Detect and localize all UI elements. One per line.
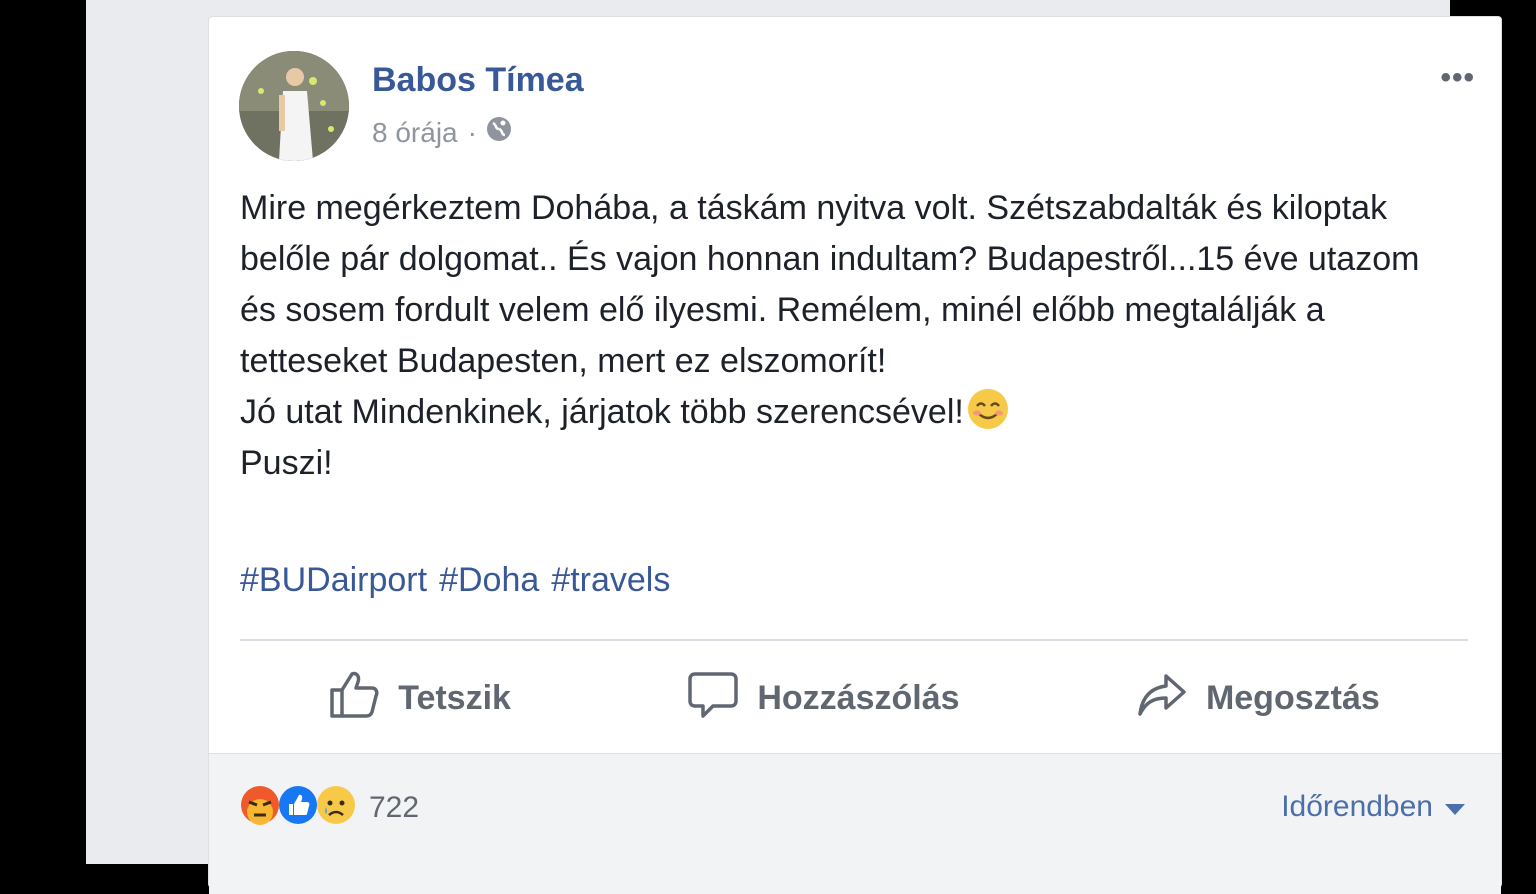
feed-background: Babos Tímea 8 órája · ••• Mire megérkezt… — [86, 0, 1502, 894]
more-options-icon[interactable]: ••• — [1440, 61, 1475, 95]
sort-label: Időrendben — [1281, 790, 1433, 823]
post-card: Babos Tímea 8 órája · ••• Mire megérkezt… — [208, 16, 1502, 894]
avatar[interactable] — [239, 51, 349, 161]
smiling-face-emoji — [966, 387, 1010, 431]
like-reaction-icon — [277, 784, 317, 831]
caret-down-icon — [1445, 790, 1465, 824]
comments-footer: 722 Időrendben — [209, 753, 1501, 894]
like-button[interactable]: Tetszik — [328, 668, 511, 729]
hashtag-list: #BUDairport #Doha #travels — [240, 561, 682, 600]
comment-button[interactable]: Hozzászólás — [687, 668, 960, 729]
post-paragraph-with-emoji: Jó utat Mindenkinek, járjatok több szere… — [240, 387, 1460, 438]
angry-reaction-icon — [239, 784, 279, 831]
share-arrow-icon — [1136, 668, 1188, 729]
meta-separator: · — [467, 116, 477, 148]
reaction-count[interactable]: 722 — [369, 791, 419, 825]
comment-sort-dropdown[interactable]: Időrendben — [1281, 790, 1465, 824]
hashtag-link[interactable]: #travels — [551, 561, 670, 599]
sad-reaction-icon — [315, 784, 355, 831]
like-label: Tetszik — [398, 678, 511, 717]
action-bar: Tetszik Hozzászólás Megosztás — [240, 657, 1468, 739]
speech-bubble-icon — [687, 668, 739, 729]
globe-icon[interactable] — [485, 115, 513, 150]
author-name[interactable]: Babos Tímea — [372, 61, 584, 100]
reaction-summary[interactable]: 722 — [239, 784, 419, 831]
comment-label: Hozzászólás — [757, 678, 960, 717]
share-label: Megosztás — [1205, 678, 1380, 717]
thumbs-up-icon — [328, 668, 380, 729]
divider — [240, 639, 1468, 641]
post-line: Puszi! — [240, 444, 333, 482]
hashtag-link[interactable]: #BUDairport — [240, 561, 427, 599]
share-button[interactable]: Megosztás — [1136, 668, 1380, 729]
post-body: Mire megérkeztem Dohába, a táskám nyitva… — [240, 183, 1460, 489]
post-paragraph: Mire megérkeztem Dohába, a táskám nyitva… — [240, 189, 1420, 380]
hashtag-link[interactable]: #Doha — [439, 561, 539, 599]
post-meta: 8 órája · — [372, 115, 513, 150]
post-timestamp[interactable]: 8 órája — [372, 117, 458, 149]
post-line: Jó utat Mindenkinek, járjatok több szere… — [240, 393, 964, 431]
